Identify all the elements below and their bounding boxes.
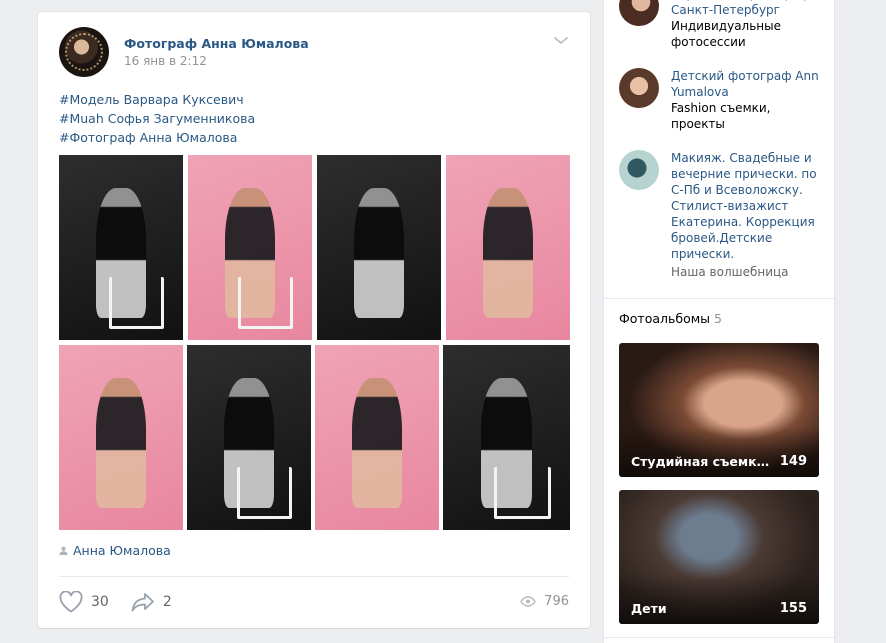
- post-text: #Модель Варвара Куксевич #Muah Софья Заг…: [59, 90, 255, 147]
- like-button[interactable]: 30: [59, 591, 109, 613]
- person-icon: [59, 546, 68, 555]
- contact-text: Студийный фотограф Санкт-Петербург Индив…: [671, 0, 826, 50]
- hashtag-link[interactable]: #Фотограф Анна Юмалова: [59, 128, 255, 147]
- photo-thumbnail[interactable]: [446, 155, 570, 340]
- contact-avatar[interactable]: [619, 150, 659, 190]
- contact-text: Макияж. Свадебные и вечерние прически. п…: [671, 150, 826, 280]
- post-menu-chevron-icon[interactable]: [554, 37, 568, 47]
- divider: [604, 298, 834, 299]
- post-actions: 30 2: [59, 590, 194, 614]
- album-card[interactable]: Студийная съемка, ... 149: [619, 343, 819, 477]
- divider: [604, 637, 834, 638]
- album-shade: [619, 574, 819, 624]
- album-count: 155: [779, 601, 807, 616]
- contact-name[interactable]: Макияж. Свадебные и вечерние прически. п…: [671, 150, 826, 262]
- hashtag-link[interactable]: #Muah Софья Загуменникова: [59, 109, 255, 128]
- post-author-link[interactable]: Фотограф Анна Юмалова: [124, 36, 309, 51]
- like-count: 30: [91, 594, 109, 610]
- share-button[interactable]: 2: [131, 592, 172, 612]
- contact-name[interactable]: Детский фотограф Ann Yumalova: [671, 68, 826, 100]
- photo-thumbnail[interactable]: [443, 345, 570, 530]
- contact-note: Наша волшебница: [671, 265, 789, 279]
- contact-name[interactable]: Студийный фотограф Санкт-Петербург: [671, 0, 826, 18]
- album-card[interactable]: Дети 155: [619, 490, 819, 624]
- albums-count: 5: [714, 311, 722, 326]
- contact-item[interactable]: Детский фотограф Ann Yumalova Fashion съ…: [619, 68, 824, 138]
- photo-thumbnail[interactable]: [187, 345, 311, 530]
- album-count: 149: [779, 454, 807, 469]
- album-title: Дети: [631, 601, 667, 616]
- right-sidebar: Студийный фотограф Санкт-Петербург Индив…: [604, 0, 834, 643]
- contact-description: Индивидуальные фотосессии: [671, 19, 781, 49]
- hashtag-link[interactable]: #Модель Варвара Куксевич: [59, 90, 255, 109]
- photo-thumbnail[interactable]: [59, 155, 183, 340]
- photo-credit-link[interactable]: Анна Юмалова: [59, 543, 171, 558]
- author-avatar[interactable]: [59, 27, 109, 77]
- album-title: Студийная съемка, ...: [631, 454, 771, 469]
- photo-thumbnail[interactable]: [188, 155, 312, 340]
- photo-thumbnail[interactable]: [59, 345, 183, 530]
- albums-header[interactable]: Фотоальбомы 5: [619, 311, 722, 326]
- share-arrow-icon: [131, 593, 154, 612]
- share-count: 2: [162, 594, 172, 610]
- views-count: 796: [544, 594, 569, 609]
- photo-thumbnail[interactable]: [317, 155, 441, 340]
- photo-thumbnail[interactable]: [315, 345, 439, 530]
- album-shade: [619, 427, 819, 477]
- contact-item[interactable]: Студийный фотограф Санкт-Петербург Индив…: [619, 0, 824, 56]
- contact-text: Детский фотограф Ann Yumalova Fashion съ…: [671, 68, 826, 132]
- divider: [59, 576, 569, 577]
- albums-title: Фотоальбомы: [619, 311, 711, 326]
- photo-grid: [59, 155, 570, 530]
- wall-post: Фотограф Анна Юмалова 16 янв в 2:12 #Мод…: [38, 12, 590, 628]
- photo-credit-name: Анна Юмалова: [73, 543, 171, 558]
- heart-icon: [59, 591, 83, 613]
- views-counter: 796: [520, 594, 569, 609]
- contact-avatar[interactable]: [619, 68, 659, 108]
- contact-item[interactable]: Макияж. Свадебные и вечерние прически. п…: [619, 150, 824, 290]
- eye-icon: [520, 596, 536, 607]
- contact-avatar[interactable]: [619, 0, 659, 26]
- contact-description: Fashion съемки, проекты: [671, 101, 771, 131]
- post-date[interactable]: 16 янв в 2:12: [124, 54, 207, 68]
